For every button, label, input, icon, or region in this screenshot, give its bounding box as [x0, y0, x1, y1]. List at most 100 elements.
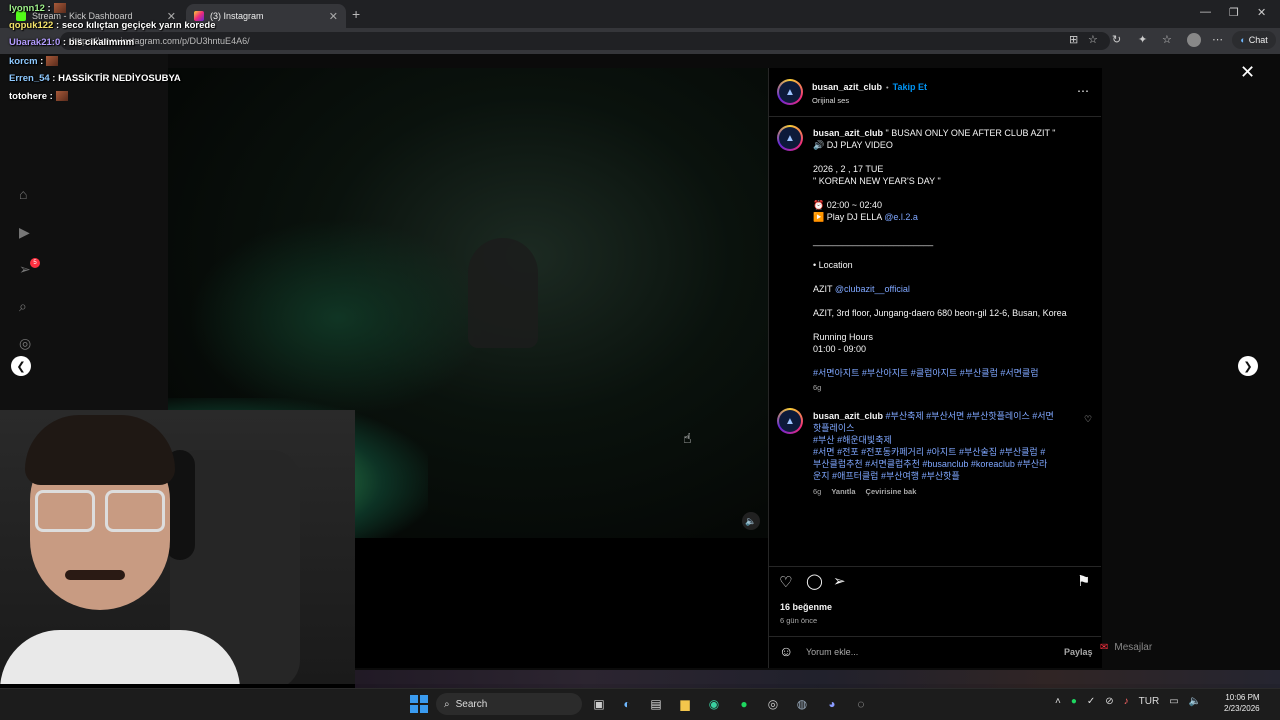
explore-icon[interactable]: ◎ — [19, 335, 31, 352]
chat-message: lyonn12 : — [9, 3, 66, 14]
caption-avatar[interactable]: ▲ — [777, 125, 803, 151]
messages-dock[interactable]: ✉ Mesajlar — [1100, 636, 1230, 658]
spotify-icon[interactable]: ● — [734, 694, 754, 714]
volume-icon[interactable]: 🔈 — [1189, 696, 1201, 707]
new-tab-icon[interactable]: + — [352, 6, 360, 22]
streamer-webcam — [0, 410, 355, 684]
tab-label: (3) Instagram — [210, 11, 264, 21]
next-post-button[interactable]: ❯ — [1238, 356, 1258, 376]
comment-hashtags-1[interactable]: #부산축제 #부산서면 #부산핫플레이스 #서면 — [886, 411, 1054, 421]
language-indicator[interactable]: TUR — [1139, 696, 1160, 707]
volume-icon[interactable]: 🔈 — [742, 512, 760, 530]
file-explorer-icon[interactable]: ▆ — [675, 694, 695, 714]
restore-icon[interactable]: ❐ — [1229, 6, 1239, 19]
comment-bubble-icon[interactable]: ◯ — [806, 572, 823, 590]
author-username[interactable]: busan_azit_club — [812, 82, 882, 92]
taskbar-search[interactable]: ⌕ Search — [436, 693, 582, 715]
caption-time: ⏰ 02:00 ~ 02:40 — [813, 200, 883, 210]
video-light — [188, 218, 488, 418]
dj-mention-link[interactable]: @e.l.2.a — [884, 212, 918, 222]
translate-link[interactable]: Çevirisine bak — [866, 486, 917, 498]
comment-hashtags-2[interactable]: 핫플레이스 — [813, 422, 1075, 434]
reply-link[interactable]: Yanıtla — [831, 486, 855, 498]
discord-icon[interactable]: ◕ — [822, 694, 842, 714]
store-icon[interactable]: ▤ — [646, 694, 666, 714]
refresh-extension-icon[interactable]: ↻ — [1112, 33, 1121, 46]
favorites-icon[interactable]: ☆ — [1162, 33, 1172, 46]
azit-logo-icon: ▲ — [779, 410, 801, 432]
like-heart-icon[interactable]: ♡ — [779, 573, 792, 591]
more-options-icon[interactable]: ⋯ — [1077, 84, 1089, 98]
url-bar[interactable]: https://www.instagram.com/p/DU3hntuE4A6/ — [60, 32, 1110, 50]
task-view-icon[interactable]: ▣ — [589, 694, 609, 714]
hand-cursor-icon: ☝ — [683, 430, 692, 446]
glasses — [105, 490, 165, 532]
caption-holiday: " KOREAN NEW YEAR'S DAY " — [813, 176, 941, 186]
app-icon[interactable]: ◌ — [851, 694, 871, 714]
comment-input[interactable]: Yorum ekle... — [806, 647, 858, 657]
windows-start-icon[interactable] — [410, 695, 428, 713]
install-app-icon[interactable]: ⊞ — [1069, 33, 1078, 46]
clock[interactable]: 10:06 PM 2/23/2026 — [1224, 692, 1260, 714]
comment-hashtags-4[interactable]: #서면 #전포 #전포동카페거리 #아지트 #부산술집 #부산클럽 # — [813, 446, 1075, 458]
emote-icon — [55, 91, 68, 102]
close-window-icon[interactable]: ✕ — [1257, 6, 1266, 19]
comment-hashtags-3[interactable]: #부산 #해운대빛축제 — [813, 434, 1075, 446]
audio-label[interactable]: Orijinal ses — [812, 96, 849, 105]
likes-count[interactable]: 16 beğenme — [780, 602, 832, 612]
chat-message: qopuk122 : seco kılıçtan geçiçek yarın k… — [9, 20, 216, 31]
display-icon[interactable]: ▭ — [1169, 696, 1178, 707]
home-icon[interactable]: ⌂ — [19, 186, 27, 202]
reels-icon[interactable]: ▶ — [19, 224, 30, 241]
caption-username[interactable]: busan_azit_club — [813, 128, 883, 138]
comment-hashtags-6[interactable]: 운지 #애프터클럽 #부산여행 #부산핫플 — [813, 470, 1075, 482]
tray-app-icon[interactable]: ● — [1071, 696, 1077, 707]
microphone-icon[interactable]: ♪ — [1124, 696, 1129, 707]
club-mention-link[interactable]: @clubazit__official — [835, 284, 910, 294]
comment-username[interactable]: busan_azit_club — [813, 411, 883, 421]
edge-browser-icon[interactable]: ◉ — [704, 694, 724, 714]
copilot-icon: ◐ — [1240, 35, 1246, 45]
clock-time: 10:06 PM — [1225, 693, 1260, 702]
caption-hashtags[interactable]: #서면아지트 #부산아지트 #클럽아지트 #부산클럽 #서면클럽 — [813, 367, 1083, 379]
comment-age: 6g — [813, 487, 822, 496]
emoji-icon[interactable]: ☺ — [779, 643, 793, 659]
steam-icon[interactable]: ◍ — [792, 694, 812, 714]
chat-user: korcm — [9, 56, 38, 67]
profile-avatar[interactable] — [1187, 33, 1201, 47]
minimize-icon[interactable]: — — [1200, 6, 1211, 18]
comment-hashtags-5[interactable]: 부산클럽추천 #서면클럽추천 #busanclub #koreaclub #부산… — [813, 458, 1075, 470]
divider — [769, 566, 1101, 567]
background-thumbnails — [355, 670, 1280, 688]
dot-separator: • — [886, 82, 889, 92]
bookmark-star-icon[interactable]: ☆ — [1088, 33, 1098, 46]
caption: busan_azit_club " BUSAN ONLY ONE AFTER C… — [813, 127, 1083, 394]
azit-logo-icon: ▲ — [779, 81, 801, 103]
share-send-icon[interactable]: ➢ — [833, 572, 846, 590]
app-icon[interactable]: ◎ — [763, 694, 783, 714]
chevron-up-icon[interactable]: ˄ — [1055, 696, 1061, 707]
comment-avatar[interactable]: ▲ — [777, 408, 803, 434]
save-bookmark-icon[interactable]: ⚑ — [1077, 572, 1090, 590]
more-menu-icon[interactable]: ⋯ — [1212, 33, 1223, 46]
previous-post-button[interactable]: ❮ — [11, 356, 31, 376]
author-avatar[interactable]: ▲ — [777, 79, 803, 105]
close-post-icon[interactable]: ✕ — [1240, 62, 1255, 83]
chat-message: Ubarak21:0 : bis cikalimmm — [9, 37, 135, 48]
follow-button[interactable]: Takip Et — [893, 82, 927, 92]
tray-app-icon[interactable]: ✓ — [1087, 696, 1095, 707]
chat-message: totohere : — [9, 91, 68, 102]
extension-icon[interactable]: ✦ — [1138, 33, 1147, 46]
close-tab-icon[interactable]: ✕ — [329, 10, 338, 23]
post-comment-button[interactable]: Paylaş — [1064, 647, 1093, 657]
copilot-chat-button[interactable]: ◐ Chat — [1232, 31, 1276, 49]
comment-like-icon[interactable]: ♡ — [1084, 414, 1092, 425]
tray-app-icon[interactable]: ⊘ — [1105, 696, 1113, 707]
divider — [769, 116, 1101, 117]
search-icon[interactable]: ⌕ — [19, 298, 27, 315]
chat-message: Erren_54 : HASSİKTİR NEDİYOSUBYA — [9, 73, 181, 84]
clock-date: 2/23/2026 — [1224, 704, 1260, 713]
copilot-icon[interactable]: ◐ — [617, 694, 637, 714]
search-label: Search — [455, 698, 488, 710]
messages-nav-icon[interactable]: ➢ — [19, 261, 31, 278]
